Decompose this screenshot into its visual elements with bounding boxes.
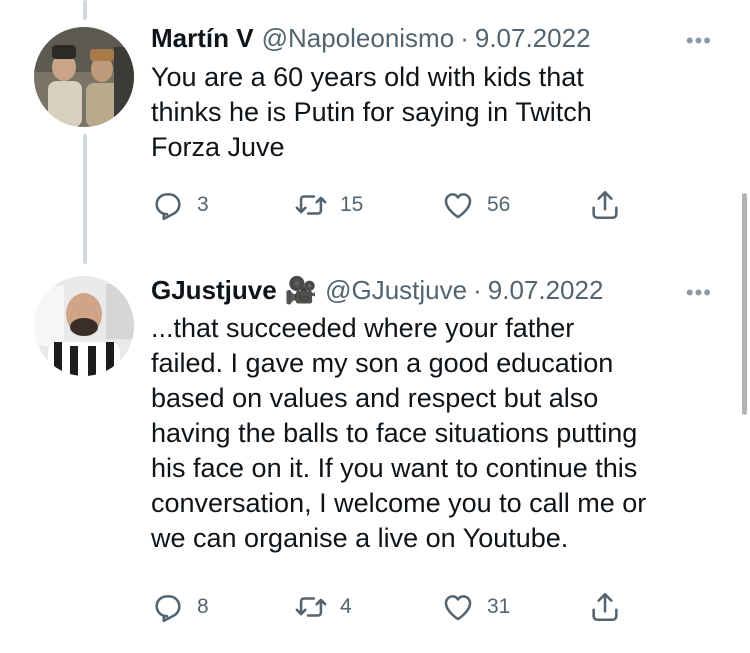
tweet-text-line: Forza Juve — [151, 132, 285, 162]
more-options-icon[interactable]: ••• — [686, 280, 712, 306]
display-name[interactable]: Martín V — [151, 23, 254, 54]
handle[interactable]: @GJustjuve — [325, 275, 467, 306]
timestamp[interactable]: 9.07.2022 — [488, 275, 604, 306]
more-options-icon[interactable]: ••• — [686, 28, 712, 54]
tweet-text-line: based on values and respect but also — [151, 383, 599, 413]
tweet-text: You are a 60 years old with kids that th… — [151, 60, 721, 165]
reply-icon — [155, 595, 181, 623]
share-icon — [592, 592, 618, 622]
tweet-actions: 3 15 56 — [151, 188, 631, 228]
share-button[interactable] — [588, 188, 634, 222]
tweet-text-line: You are a 60 years old with kids that — [151, 62, 584, 92]
like-button[interactable]: 56 — [441, 188, 510, 222]
tweet-header: Martín V @Napoleonismo · 9.07.2022 — [151, 23, 591, 54]
tweet-actions: 8 4 31 — [151, 590, 631, 630]
tweet-header: GJustjuve 🎥 @GJustjuve · 9.07.2022 — [151, 275, 603, 306]
avatar[interactable] — [34, 276, 134, 376]
tweet-text-line: we can organise a live on Youtube. — [151, 523, 569, 553]
separator: · — [460, 23, 469, 53]
like-button[interactable]: 31 — [441, 590, 510, 624]
tweet-text-line: conversation, I welcome you to call me o… — [151, 488, 647, 518]
reply-count: 8 — [197, 595, 209, 618]
retweet-button[interactable]: 4 — [294, 590, 352, 624]
heart-icon — [444, 595, 472, 621]
display-name[interactable]: GJustjuve — [151, 275, 277, 306]
retweet-button[interactable]: 15 — [294, 188, 363, 222]
tweet-text-line: failed. I gave my son a good education — [151, 348, 614, 378]
timestamp[interactable]: 9.07.2022 — [475, 23, 591, 54]
retweet-icon — [295, 597, 327, 617]
camera-emoji: 🎥 — [284, 275, 318, 305]
reply-button[interactable]: 8 — [151, 590, 209, 624]
share-button[interactable] — [588, 590, 634, 624]
retweet-count: 4 — [340, 595, 352, 618]
tweet-text: ...that succeeded where your father fail… — [151, 311, 721, 556]
tweet-text-line: having the balls to face situations putt… — [151, 418, 638, 448]
handle[interactable]: @Napoleonismo — [262, 23, 455, 54]
reply-button[interactable]: 3 — [151, 188, 209, 222]
thread-line-top — [83, 0, 87, 20]
retweet-icon — [295, 195, 327, 215]
avatar[interactable] — [34, 27, 134, 127]
retweet-count: 15 — [340, 193, 364, 216]
like-count: 31 — [487, 595, 511, 618]
share-icon — [592, 190, 618, 220]
tweet-text-line: ...that succeeded where your father — [151, 313, 575, 343]
heart-icon — [444, 193, 472, 219]
tweet-text-line: thinks he is Putin for saying in Twitch — [151, 97, 592, 127]
thread-line-middle — [83, 134, 87, 264]
reply-icon — [155, 193, 181, 221]
reply-count: 3 — [197, 193, 209, 216]
tweet-text-line: his face on it. If you want to continue … — [151, 453, 638, 483]
separator: · — [473, 275, 482, 305]
scrollbar[interactable] — [742, 193, 747, 415]
like-count: 56 — [487, 193, 511, 216]
